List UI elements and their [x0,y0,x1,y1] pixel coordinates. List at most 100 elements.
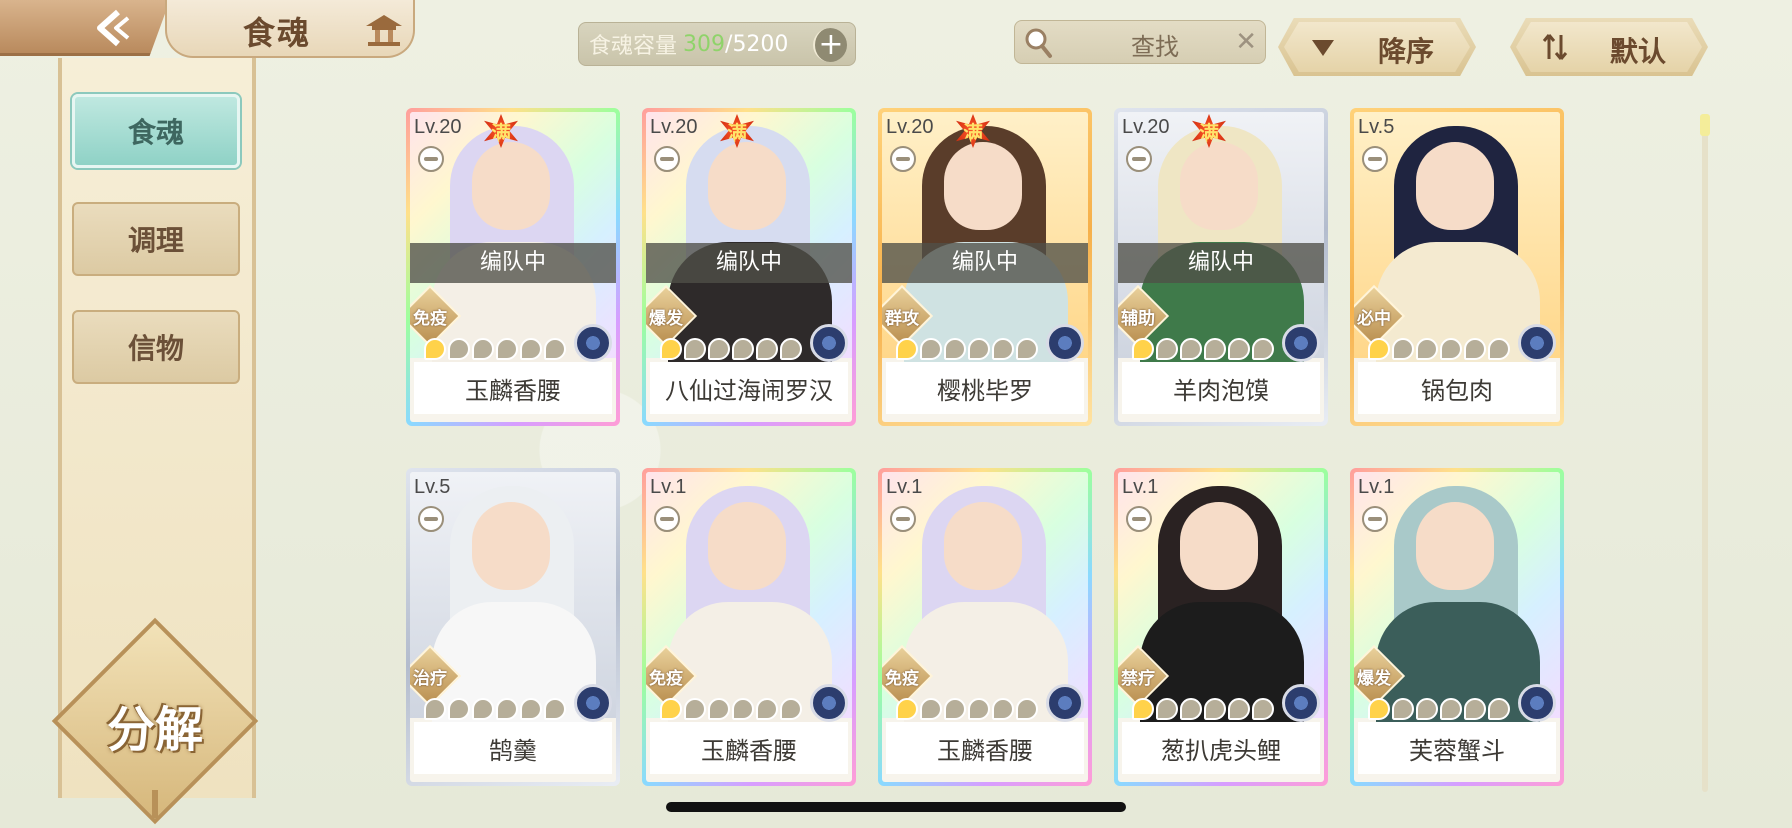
soul-flower-icon [1282,684,1320,722]
star-icon [1204,698,1226,720]
star-icon [1368,338,1390,360]
character-face [1180,142,1258,230]
character-face [472,142,550,230]
sidebar-item-tokens[interactable]: 信物 [72,310,240,384]
dish-icon [654,146,680,172]
scrollbar-track[interactable] [1702,114,1708,792]
star-icon [684,698,706,720]
triangle-down-icon [1308,32,1338,62]
back-arrow-icon[interactable] [90,6,138,50]
food-soul-card[interactable]: Lv.20 满编队中 爆发 八仙过海闹罗汉 [642,108,856,426]
level-label: Lv.5 [414,476,451,498]
star-icon [1016,698,1038,720]
in-team-label: 编队中 [410,243,616,283]
soul-flower-icon [810,684,848,722]
sort-mode-label: 默认 [1609,35,1666,68]
star-rating [660,698,802,722]
star-icon [1252,698,1274,720]
search-label: 查找 [1131,33,1179,61]
level-label: Lv.1 [1358,476,1395,498]
character-face [472,502,550,590]
back-tab[interactable] [0,0,170,56]
star-icon [472,338,494,360]
search-box[interactable]: 查找 ✕ [1014,20,1266,64]
food-soul-card[interactable]: Lv.1 免疫 玉麟香腰 [642,468,856,786]
sort-order-label: 降序 [1377,35,1434,68]
star-icon [1016,338,1038,360]
level-label: Lv.5 [1358,116,1395,138]
star-icon [424,338,446,360]
card-name: 锅包肉 [1358,362,1556,414]
star-icon [708,338,730,360]
star-icon [1156,338,1178,360]
card-body: Lv.1 免疫 玉麟香腰 [646,472,852,782]
food-soul-card[interactable]: Lv.1 禁疗 葱扒虎头鲤 [1114,468,1328,786]
star-rating [1368,698,1510,722]
sidebar-item-conditioning[interactable]: 调理 [72,202,240,276]
role-label: 免疫 [885,669,919,689]
star-icon [920,698,942,720]
character-face [1180,502,1258,590]
level-label: Lv.1 [886,476,923,498]
dish-icon [1362,506,1388,532]
star-icon [756,698,778,720]
card-name: 葱扒虎头鲤 [1122,722,1320,774]
in-team-label: 编队中 [1118,243,1324,283]
star-icon [496,338,518,360]
page-title: 食魂 [242,14,311,52]
star-icon [448,698,470,720]
soul-flower-icon [1282,324,1320,362]
decompose-button[interactable]: 分解 [95,690,215,760]
star-icon [1228,338,1250,360]
level-label: Lv.20 [1122,116,1170,138]
star-icon [732,698,754,720]
star-icon [1204,338,1226,360]
star-icon [1440,338,1462,360]
role-label: 群攻 [885,309,919,329]
role-label: 治疗 [413,669,447,689]
star-icon [992,698,1014,720]
star-icon [520,698,542,720]
soul-flower-icon [1046,684,1084,722]
soul-flower-icon [1518,324,1556,362]
home-icon[interactable] [362,12,406,48]
scrollbar-thumb[interactable] [1700,114,1710,136]
character-face [944,502,1022,590]
home-indicator[interactable] [666,802,1126,812]
role-label: 爆发 [649,309,683,329]
star-icon [1416,698,1438,720]
sort-mode-button[interactable]: 默认 [1510,18,1708,76]
star-rating [1368,338,1510,362]
food-soul-card[interactable]: Lv.20 满编队中 辅助 羊肉泡馍 [1114,108,1328,426]
star-icon [1132,698,1154,720]
sidebar-item-food-souls[interactable]: 食魂 [72,94,240,168]
card-body: Lv.5 必中 锅包肉 [1354,112,1560,422]
star-icon [920,338,942,360]
character-face [944,142,1022,230]
food-soul-card[interactable]: Lv.20 满编队中 免疫 玉麟香腰 [406,108,620,426]
capacity-separator: / [725,31,733,57]
sort-order-button[interactable]: 降序 [1278,18,1476,76]
close-icon[interactable]: ✕ [1235,27,1257,57]
capacity-label: 食魂容量 [589,34,678,59]
food-soul-card[interactable]: Lv.5 治疗 鹄羹 [406,468,620,786]
role-label: 免疫 [649,669,683,689]
search-icon [1023,26,1055,60]
card-body: Lv.20 满编队中 爆发 八仙过海闹罗汉 [646,112,852,422]
card-name: 羊肉泡馍 [1122,362,1320,414]
character-face [708,502,786,590]
star-icon [944,698,966,720]
food-soul-card[interactable]: Lv.5 必中 锅包肉 [1350,108,1564,426]
food-soul-card[interactable]: Lv.1 爆发 芙蓉蟹斗 [1350,468,1564,786]
star-icon [1464,338,1486,360]
capacity-plus-button[interactable]: + [813,28,847,62]
star-icon [896,338,918,360]
level-label: Lv.1 [650,476,687,498]
food-soul-card[interactable]: Lv.1 免疫 玉麟香腰 [878,468,1092,786]
level-label: Lv.20 [414,116,462,138]
card-body: Lv.20 满编队中 免疫 玉麟香腰 [410,112,616,422]
sort-arrows-icon [1540,32,1570,62]
star-rating [424,698,566,722]
star-rating [1132,698,1274,722]
food-soul-card[interactable]: Lv.20 满编队中 群攻 樱桃毕罗 [878,108,1092,426]
